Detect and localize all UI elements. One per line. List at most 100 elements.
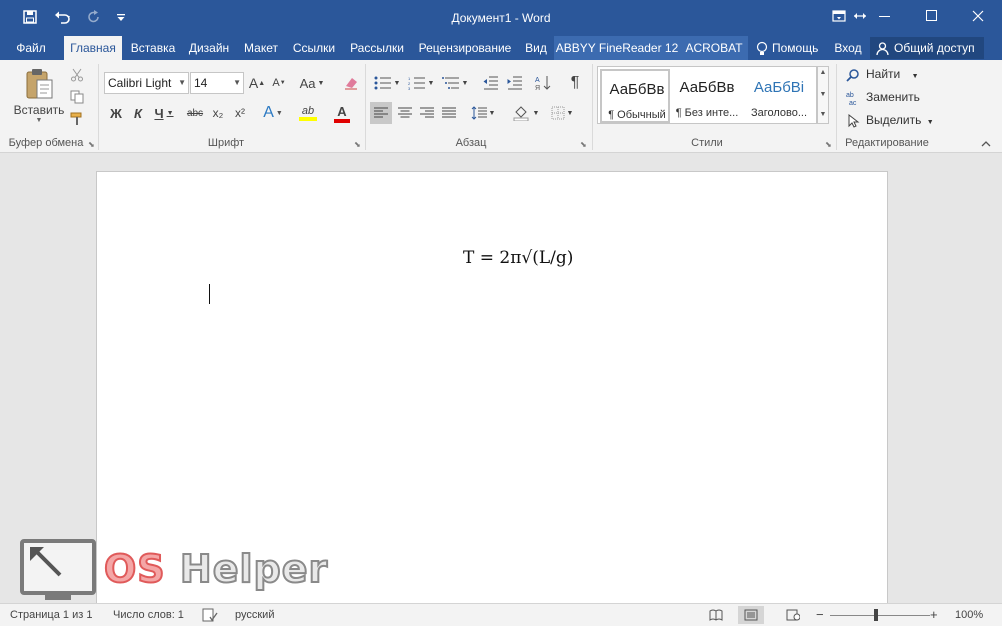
paint-bucket-icon xyxy=(513,106,529,121)
tell-me-label: Помощь xyxy=(772,41,819,55)
font-size-combo[interactable]: 14 ▼ xyxy=(190,72,244,94)
justify-icon[interactable] xyxy=(438,102,460,124)
text-effects-button[interactable]: A ▼ xyxy=(258,102,288,124)
style-normal[interactable]: АаБбВв ¶ Обычный xyxy=(600,69,670,123)
clear-formatting-icon[interactable] xyxy=(340,72,362,94)
italic-button[interactable]: К xyxy=(128,102,148,124)
group-separator xyxy=(836,64,837,150)
language[interactable]: русский xyxy=(235,604,274,626)
chevron-down-icon[interactable]: ▼ xyxy=(818,91,828,98)
proofing-icon[interactable] xyxy=(202,604,218,626)
zoom-slider[interactable] xyxy=(830,615,930,616)
group-separator xyxy=(365,64,366,150)
web-layout-icon[interactable] xyxy=(780,606,806,624)
zoom-out-icon[interactable]: − xyxy=(816,604,824,626)
tab-view[interactable]: Вид xyxy=(518,36,554,60)
zoom-level[interactable]: 100% xyxy=(955,604,983,626)
font-color-button[interactable]: A xyxy=(326,102,358,124)
clipboard-launcher-icon[interactable]: ⬊ xyxy=(88,140,95,149)
paragraph-group-label: Абзац xyxy=(455,137,487,149)
sign-in-link[interactable]: Вход xyxy=(828,36,868,60)
share-button[interactable]: Общий доступ xyxy=(870,37,984,59)
tab-references[interactable]: Ссылки xyxy=(288,36,340,60)
bullets-button[interactable]: ▼ xyxy=(372,72,402,94)
increase-indent-icon[interactable] xyxy=(504,72,526,94)
read-mode-icon[interactable] xyxy=(703,606,729,624)
align-right-icon[interactable] xyxy=(416,102,438,124)
find-label: Найти xyxy=(866,67,901,81)
paragraph-launcher-icon[interactable]: ⬊ xyxy=(580,140,587,149)
maximize-button[interactable] xyxy=(909,0,955,32)
chevron-up-icon[interactable]: ▲ xyxy=(818,69,828,76)
word-count[interactable]: Число слов: 1 xyxy=(113,604,184,626)
font-name-combo[interactable]: Calibri Light ▼ xyxy=(104,72,189,94)
select-button[interactable]: Выделить ▼ xyxy=(846,110,934,130)
tab-tell-me[interactable]: Помощь xyxy=(752,36,826,60)
document-page[interactable]: T = 2π√(L/g) xyxy=(96,171,888,603)
multilevel-list-button[interactable]: ▼ xyxy=(440,72,470,94)
watermark-stand xyxy=(45,594,71,600)
collapse-ribbon-icon[interactable] xyxy=(978,138,994,150)
zoom-slider-thumb[interactable] xyxy=(874,609,878,621)
borders-button[interactable]: ▼ xyxy=(546,102,578,124)
highlight-button[interactable]: ab xyxy=(292,102,324,124)
highlight-icon: ab xyxy=(301,105,315,117)
strikethrough-button[interactable]: abc xyxy=(183,102,207,124)
style-heading-1[interactable]: АаБбВі Заголово... xyxy=(744,69,814,123)
tab-file[interactable]: Файл xyxy=(8,36,54,60)
style-no-spacing[interactable]: АаБбВв ¶ Без инте... xyxy=(672,69,742,123)
superscript-button[interactable]: x² xyxy=(230,102,250,124)
text-cursor xyxy=(209,284,210,304)
equation[interactable]: T = 2π√(L/g) xyxy=(463,248,573,268)
cut-icon[interactable] xyxy=(68,66,86,84)
person-icon xyxy=(876,37,889,59)
tab-abbyy[interactable]: ABBYY FineReader 12 xyxy=(554,36,680,60)
more-styles-icon[interactable]: ▼ xyxy=(818,111,828,118)
vertical-scrollbar[interactable] xyxy=(984,154,1002,603)
page-count[interactable]: Страница 1 из 1 xyxy=(10,604,92,626)
ribbon: Вставить ▼ Буфер обмена ⬊ Calibri Light … xyxy=(0,60,1002,153)
chevron-down-icon: ▼ xyxy=(233,78,241,87)
group-separator xyxy=(592,64,593,150)
styles-launcher-icon[interactable]: ⬊ xyxy=(825,140,832,149)
shading-button[interactable]: ▼ xyxy=(510,102,542,124)
editing-group-label: Редактирование xyxy=(845,137,929,149)
style-name: ¶ Обычный xyxy=(608,109,666,121)
align-center-icon[interactable] xyxy=(394,102,416,124)
format-painter-icon[interactable] xyxy=(68,110,86,128)
bold-button[interactable]: Ж xyxy=(106,102,126,124)
paste-button[interactable]: Вставить ▼ xyxy=(12,64,66,126)
sort-icon[interactable]: AЯ xyxy=(532,72,554,94)
shrink-font-button[interactable]: A ▼ xyxy=(270,72,288,94)
close-button[interactable] xyxy=(955,0,1001,32)
tab-layout[interactable]: Макет xyxy=(238,36,284,60)
replace-button[interactable]: ab ac Заменить xyxy=(846,87,920,107)
underline-button[interactable]: Ч ▼ xyxy=(150,102,178,124)
subscript-button[interactable]: x₂ xyxy=(208,102,228,124)
styles-gallery: АаБбВв ¶ Обычный АаБбВв ¶ Без инте... Аа… xyxy=(597,66,817,124)
chevron-down-icon: ▼ xyxy=(926,119,934,126)
minimize-button[interactable] xyxy=(862,0,908,32)
grow-font-button[interactable]: A ▲ xyxy=(248,72,266,94)
text-effects-icon: A xyxy=(263,104,274,121)
line-spacing-button[interactable]: ▼ xyxy=(468,102,498,124)
watermark-monitor-icon xyxy=(20,539,96,595)
font-launcher-icon[interactable]: ⬊ xyxy=(354,140,361,149)
tab-design[interactable]: Дизайн xyxy=(184,36,234,60)
zoom-in-icon[interactable]: + xyxy=(930,604,938,626)
find-button[interactable]: Найти ▼ xyxy=(846,64,919,84)
decrease-indent-icon[interactable] xyxy=(480,72,502,94)
show-formatting-button[interactable]: ¶ xyxy=(564,72,586,94)
tab-review[interactable]: Рецензирование xyxy=(414,36,516,60)
tab-insert[interactable]: Вставка xyxy=(126,36,180,60)
change-case-button[interactable]: Aa ▼ xyxy=(296,72,328,94)
tab-acrobat[interactable]: ACROBAT xyxy=(680,36,748,60)
title-bar: Документ1 - Word xyxy=(0,0,1002,36)
tab-home[interactable]: Главная xyxy=(64,36,122,60)
numbering-button[interactable]: 123 ▼ xyxy=(406,72,436,94)
paste-dropdown-icon[interactable]: ▼ xyxy=(36,117,43,124)
align-left-icon[interactable] xyxy=(370,102,392,124)
tab-mailings[interactable]: Рассылки xyxy=(344,36,410,60)
print-layout-icon[interactable] xyxy=(738,606,764,624)
copy-icon[interactable] xyxy=(68,88,86,106)
